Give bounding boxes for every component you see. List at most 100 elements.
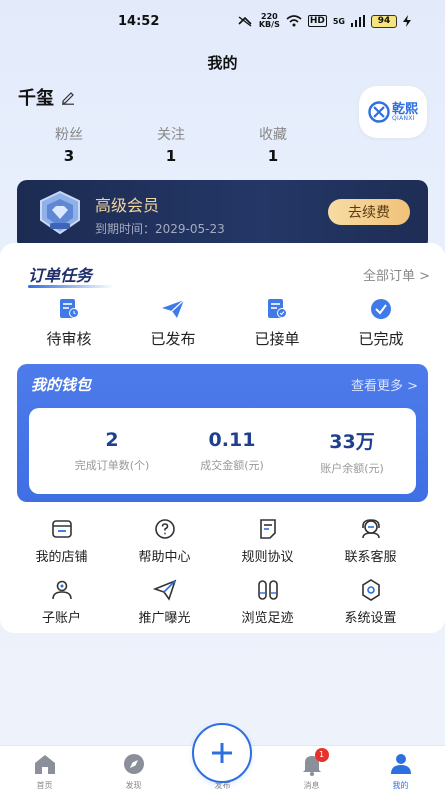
stat-following[interactable]: 关注 1 xyxy=(120,124,222,165)
vip-expire-date: 2029-05-23 xyxy=(155,222,225,236)
tool-label: 帮助中心 xyxy=(138,550,191,565)
tool-label: 浏览足迹 xyxy=(241,611,294,626)
document-icon xyxy=(259,519,276,539)
orders-title: 订单任务 xyxy=(28,262,115,288)
renew-button[interactable]: 去续费 xyxy=(328,199,410,225)
tools-grid: 我的店铺 帮助中心 规则协议 联系客服 子账户 推广曝光 浏览足迹 系统设置 xyxy=(10,518,422,626)
tab-label: 首页 xyxy=(36,781,53,790)
net-speed: 220 KB/S xyxy=(258,12,280,29)
tool-rules[interactable]: 规则协议 xyxy=(216,518,319,565)
order-pending-review[interactable]: 待审核 xyxy=(17,298,121,349)
page-title: 我的 xyxy=(207,54,238,72)
tool-footprint[interactable]: 浏览足迹 xyxy=(216,579,319,626)
plus-icon xyxy=(212,743,232,763)
message-badge: 1 xyxy=(314,748,329,762)
wallet-stat-orders[interactable]: 2 完成订单数(个) xyxy=(61,429,163,473)
tool-label: 子账户 xyxy=(41,611,81,626)
settings-icon xyxy=(361,579,380,601)
tool-label: 我的店铺 xyxy=(35,550,88,565)
order-label: 已发布 xyxy=(150,330,196,348)
wallet-stat-balance[interactable]: 33万 账户余额(元) xyxy=(301,427,403,476)
tool-customer-service[interactable]: 联系客服 xyxy=(319,518,422,565)
paper-plane-icon xyxy=(162,299,185,318)
promote-icon xyxy=(152,579,176,601)
wallet-value: 2 xyxy=(105,429,119,451)
tab-label: 发现 xyxy=(125,781,142,790)
brand-mark-icon xyxy=(368,101,390,123)
order-accepted[interactable]: 已接单 xyxy=(225,298,329,349)
wallet-value: 33万 xyxy=(329,430,375,453)
wallet-title: 我的钱包 xyxy=(31,376,92,394)
brand-logo: 乾熙 QIANXI xyxy=(359,86,427,138)
vip-card: 高级会员 到期时间：2029-05-23 去续费 xyxy=(17,180,428,250)
tool-label: 联系客服 xyxy=(344,550,397,565)
status-bar: 14:52 220 KB/S HD 5G 94 xyxy=(0,0,445,42)
tool-promote[interactable]: 推广曝光 xyxy=(113,579,216,626)
status-icons: 220 KB/S HD 5G 94 xyxy=(237,13,411,29)
tool-label: 系统设置 xyxy=(344,611,397,626)
wallet-stat-amount[interactable]: 0.11 成交金额(元) xyxy=(181,429,283,473)
accepted-doc-icon xyxy=(268,299,287,318)
tab-label: 我的 xyxy=(392,781,409,790)
wallet-label: 账户余额(元) xyxy=(320,461,384,475)
help-icon xyxy=(154,519,175,539)
tab-label: 消息 xyxy=(303,781,320,790)
order-label: 待审核 xyxy=(46,330,92,348)
vip-expire-label: 到期时间： xyxy=(95,222,156,236)
tab-messages[interactable]: 1 消息 xyxy=(282,748,342,791)
compass-icon xyxy=(123,754,144,774)
wallet-card: 我的钱包 查看更多 > 2 完成订单数(个) 0.11 成交金额(元) 33万 … xyxy=(17,364,428,502)
wallet-value: 0.11 xyxy=(208,429,256,451)
order-status-row: 待审核 已发布 已接单 已完成 xyxy=(17,298,433,349)
customer-service-icon xyxy=(361,519,380,539)
tab-discover[interactable]: 发现 xyxy=(104,752,164,791)
battery-indicator: 94 xyxy=(371,14,397,28)
sub-account-icon xyxy=(51,580,72,600)
signal-icon xyxy=(351,15,365,27)
stat-value: 1 xyxy=(267,147,279,165)
stat-label: 收藏 xyxy=(259,127,287,143)
vip-expire: 到期时间：2029-05-23 xyxy=(95,220,328,237)
tab-mine[interactable]: 我的 xyxy=(371,752,431,791)
wallet-more-link[interactable]: 查看更多 > xyxy=(351,375,418,394)
stat-label: 关注 xyxy=(157,127,185,143)
tab-home[interactable]: 首页 xyxy=(15,752,75,791)
wallet-label: 完成订单数(个) xyxy=(74,459,150,472)
user-stats: 粉丝 3 关注 1 收藏 1 xyxy=(18,124,324,165)
stat-fans[interactable]: 粉丝 3 xyxy=(18,124,120,165)
tool-my-store[interactable]: 我的店铺 xyxy=(10,518,113,565)
brand-name-en: QIANXI xyxy=(391,114,415,122)
order-published[interactable]: 已发布 xyxy=(121,298,225,349)
stat-favorites[interactable]: 收藏 1 xyxy=(222,124,324,165)
vip-diamond-icon xyxy=(40,190,80,235)
wifi-icon xyxy=(286,15,302,27)
brand-name-cn: 乾熙 xyxy=(391,101,418,117)
tool-label: 规则协议 xyxy=(241,550,294,565)
order-completed[interactable]: 已完成 xyxy=(329,298,433,349)
order-label: 已接单 xyxy=(254,330,300,348)
tool-help-center[interactable]: 帮助中心 xyxy=(113,518,216,565)
brand-text: 乾熙 QIANXI xyxy=(392,103,418,122)
home-icon xyxy=(34,755,55,774)
user-name: 千玺 xyxy=(18,88,54,109)
vip-info: 高级会员 到期时间：2029-05-23 xyxy=(95,190,328,237)
order-label: 已完成 xyxy=(358,330,404,348)
wallet-label: 成交金额(元) xyxy=(200,459,264,472)
tool-label: 推广曝光 xyxy=(138,611,191,626)
stat-value: 1 xyxy=(165,147,177,165)
user-icon xyxy=(390,754,411,774)
tool-settings[interactable]: 系统设置 xyxy=(319,579,422,626)
tool-sub-account[interactable]: 子账户 xyxy=(10,579,113,626)
stat-value: 3 xyxy=(63,147,75,165)
stat-label: 粉丝 xyxy=(55,127,83,143)
edit-icon[interactable] xyxy=(60,89,76,105)
wallet-header: 我的钱包 查看更多 > xyxy=(31,374,418,395)
publish-button[interactable] xyxy=(192,723,252,783)
charging-icon xyxy=(403,15,411,27)
footprint-icon xyxy=(257,580,278,600)
hd-badge: HD xyxy=(307,15,327,27)
user-name-row: 千玺 xyxy=(18,84,76,110)
wallet-stats: 2 完成订单数(个) 0.11 成交金额(元) 33万 账户余额(元) xyxy=(29,408,416,494)
all-orders-link[interactable]: 全部订单 > xyxy=(363,265,430,284)
check-circle-icon xyxy=(371,299,391,319)
